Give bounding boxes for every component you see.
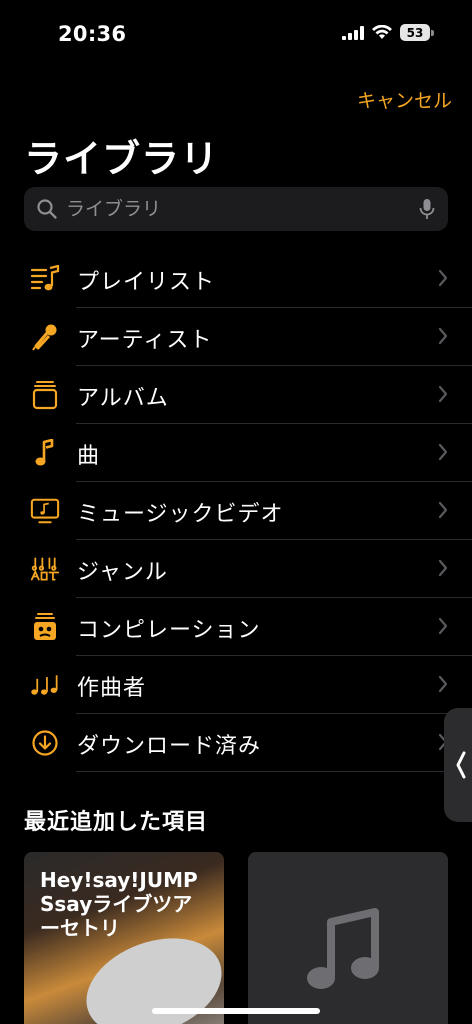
- album-icon: [30, 380, 60, 410]
- chevron-right-icon: [438, 617, 448, 635]
- recent-item-card[interactable]: Hey!say!JUMP Ssayライブツアーセトリ: [24, 852, 224, 1024]
- library-item-albums[interactable]: アルバム: [0, 366, 472, 424]
- library-item-downloaded[interactable]: ダウンロード済み: [0, 714, 472, 772]
- microphone-icon: [30, 322, 60, 352]
- library-item-composers[interactable]: 作曲者: [0, 656, 472, 714]
- library-item-label: 作曲者: [77, 676, 147, 701]
- genre-icon: [30, 554, 60, 584]
- recent-item-title: Hey!say!JUMP Ssayライブツアーセトリ: [40, 868, 198, 940]
- recent-item-card[interactable]: [248, 852, 448, 1024]
- recently-added-title: 最近追加した項目: [24, 810, 209, 835]
- library-item-songs[interactable]: 曲: [0, 424, 472, 482]
- chevron-right-icon: [438, 559, 448, 577]
- library-item-artists[interactable]: アーティスト: [0, 308, 472, 366]
- divider: [76, 771, 472, 772]
- library-item-label: ダウンロード済み: [77, 734, 262, 759]
- library-item-label: ジャンル: [77, 560, 168, 585]
- status-time: 20:36: [58, 22, 127, 46]
- composer-icon: [30, 670, 60, 700]
- library-item-label: 曲: [77, 444, 101, 469]
- home-indicator: [152, 1008, 320, 1014]
- chevron-right-icon: [438, 269, 448, 287]
- playlist-icon: [30, 264, 60, 294]
- status-icons: 53: [342, 24, 434, 41]
- wifi-icon: [372, 25, 392, 39]
- library-item-label: プレイリスト: [77, 270, 216, 295]
- microphone-dictation-icon[interactable]: [418, 198, 436, 220]
- battery-icon: 53: [400, 24, 434, 41]
- library-item-label: ミュージックビデオ: [77, 502, 284, 527]
- chevron-right-icon: [438, 443, 448, 461]
- library-item-label: アルバム: [77, 386, 169, 411]
- library-item-compilations[interactable]: コンピレーション: [0, 598, 472, 656]
- music-note-placeholder-icon: [307, 908, 379, 989]
- library-item-music-videos[interactable]: ミュージックビデオ: [0, 482, 472, 540]
- music-note-icon: [30, 438, 60, 468]
- page-title: ライブラリ: [24, 137, 220, 181]
- search-input[interactable]: [66, 198, 418, 220]
- library-item-genres[interactable]: ジャンル: [0, 540, 472, 598]
- chevron-right-icon: [438, 385, 448, 403]
- library-list: プレイリスト アーティスト アルバム 曲 ミュージックビデオ ジャンル コンピレ…: [0, 250, 472, 772]
- battery-level: 53: [400, 24, 430, 41]
- compilation-icon: [30, 612, 60, 642]
- library-item-label: アーティスト: [77, 328, 213, 353]
- library-item-playlists[interactable]: プレイリスト: [0, 250, 472, 308]
- search-icon: [37, 199, 57, 219]
- search-bar[interactable]: [24, 187, 448, 231]
- signal-icon: [342, 25, 364, 40]
- music-video-icon: [30, 496, 60, 526]
- download-icon: [30, 728, 60, 758]
- chevron-left-icon: [456, 751, 466, 779]
- side-handle[interactable]: [444, 708, 472, 822]
- library-screen: 20:36 53 キャンセル ライブラリ ライブラリ プレイリスト アーティスト…: [0, 0, 472, 1024]
- cancel-button[interactable]: キャンセル: [357, 86, 452, 113]
- library-item-label: コンピレーション: [77, 618, 261, 643]
- chevron-right-icon: [438, 327, 448, 345]
- chevron-right-icon: [438, 675, 448, 693]
- chevron-right-icon: [438, 501, 448, 519]
